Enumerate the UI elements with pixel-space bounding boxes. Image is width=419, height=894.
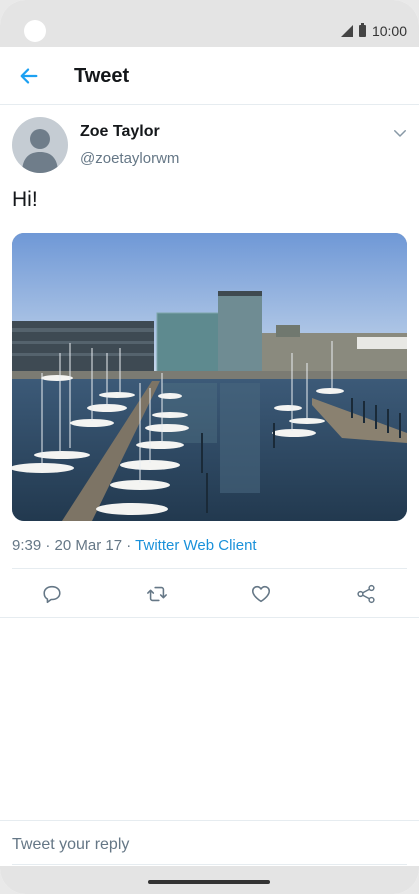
reply-input-underline [12,864,407,865]
divider [0,617,419,618]
share-icon [357,584,375,604]
tweet-source-link[interactable]: Twitter Web Client [135,537,256,554]
reply-icon [43,585,61,604]
reply-input[interactable]: Tweet your reply [12,836,129,854]
back-button[interactable] [14,61,44,91]
tweet-date: 20 Mar 17 [54,537,123,554]
retweet-button[interactable] [145,582,169,606]
reply-button[interactable] [40,582,64,606]
phone-screen: 10:00 Tweet Zoe Taylor @zoetaylorwm Hi! [0,0,419,894]
meta-separator: · [126,537,136,554]
page-title: Tweet [74,65,130,87]
like-icon [251,585,271,603]
signal-icon [340,25,353,37]
caret-down-icon [394,130,406,137]
status-time: 10:00 [371,23,407,39]
divider [0,820,419,821]
tweet-photo[interactable] [12,233,407,521]
status-icons: 10:00 [340,22,407,40]
tweet-actions [0,570,419,616]
tweet-time: 9:39 [12,537,42,554]
battery-icon [358,23,366,37]
status-bar: 10:00 [0,0,419,47]
tweet-meta: 9:39 · 20 Mar 17 · Twitter Web Client [12,537,257,554]
meta-separator: · [45,537,55,554]
tweet-options-button[interactable] [391,124,409,142]
avatar[interactable] [12,117,68,173]
default-avatar-icon [22,129,58,173]
home-gesture-handle[interactable] [148,880,270,884]
share-button[interactable] [354,582,378,606]
back-arrow-icon [20,68,38,84]
divider [12,568,407,569]
user-name[interactable]: Zoe Taylor [80,123,160,141]
retweet-icon [147,586,167,602]
tweet-text: Hi! [12,188,38,211]
camera-hole [24,20,46,42]
like-button[interactable] [249,582,273,606]
user-handle[interactable]: @zoetaylorwm [80,150,179,167]
app-bar: Tweet [0,47,419,105]
harbor-photo [12,233,407,521]
